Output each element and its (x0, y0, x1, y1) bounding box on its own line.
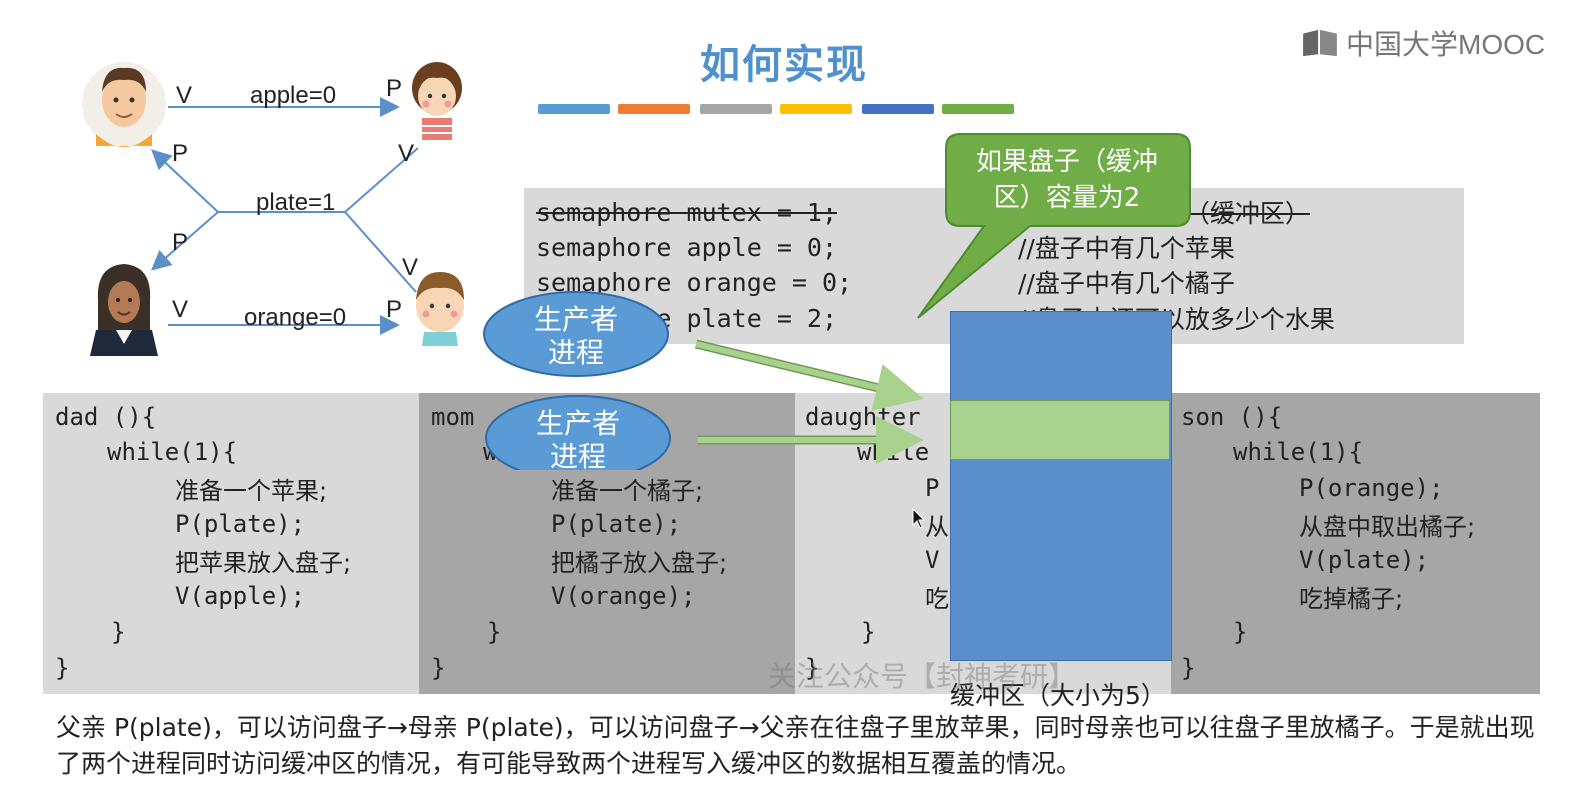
label-apple: apple=0 (250, 82, 337, 109)
son-avatar (416, 272, 464, 346)
son-while: while(1){ (1233, 438, 1364, 466)
son-header: son (){ (1181, 403, 1283, 431)
producer-label-1-line-2: 进程 (547, 336, 604, 369)
mom-close-inner: } (487, 618, 502, 646)
dad-code-panel: dad (){ while(1){ 准备一个苹果; P(plate); 把苹果放… (43, 393, 419, 694)
label-p-left-down: P (172, 229, 189, 256)
son-line-1: P(orange); (1299, 474, 1444, 502)
son-code-panel: son (){ while(1){ P(orange); 从盘中取出橘子; V(… (1171, 393, 1540, 694)
dad-while: while(1){ (107, 438, 238, 466)
daughter-avatar (412, 62, 462, 140)
dad-header: dad (){ (55, 403, 157, 431)
mom-line-3: 把橘子放入盘子; (551, 549, 728, 577)
dad-line-3: 把苹果放入盘子; (175, 549, 352, 577)
label-v-right-down: V (402, 254, 419, 281)
daughter-close-inner: } (861, 618, 876, 646)
producer-label-1: 生产者 进程 (484, 298, 668, 374)
mooc-book-icon (1303, 29, 1337, 57)
son-line-3: V(plate); (1299, 546, 1430, 574)
mouse-cursor-icon (912, 508, 926, 529)
callout-line-1: 如果盘子（缓冲 (975, 147, 1158, 177)
producer-label-2-line-1: 生产者 (535, 407, 620, 440)
color-bar-3 (700, 104, 772, 114)
buffer-slot (950, 400, 1170, 460)
dad-line-1: 准备一个苹果; (175, 477, 328, 505)
buffer-block (950, 311, 1172, 661)
label-plate: plate=1 (256, 189, 336, 216)
slide-title: 如何实现 (700, 42, 868, 88)
callout-line-2: 区）容量为2 (993, 183, 1141, 213)
logo-text: 中国大学MOOC (1346, 29, 1546, 60)
daughter-line-3: V (925, 546, 940, 574)
daughter-line-1: P (925, 474, 940, 502)
son-line-2: 从盘中取出橘子; (1299, 513, 1476, 541)
mom-close-outer: } (431, 654, 446, 682)
son-line-4: 吃掉橘子; (1299, 585, 1404, 613)
color-bar-1 (538, 104, 610, 114)
dad-close-inner: } (111, 618, 126, 646)
dad-avatar (82, 62, 166, 147)
mom-header: mom (431, 403, 475, 431)
mooc-logo: 中国大学MOOC (1300, 24, 1545, 62)
color-bar-2 (618, 104, 690, 114)
producer-label-2-line-2: 进程 (549, 440, 606, 473)
label-v-bottom: V (172, 296, 189, 323)
mom-line-4: V(orange); (551, 582, 696, 610)
dad-line-4: V(apple); (175, 582, 306, 610)
dad-close-outer: } (55, 654, 70, 682)
sem-apple-code: semaphore apple = 0; (536, 233, 838, 262)
son-close-outer: } (1181, 654, 1196, 682)
dad-line-2: P(plate); (175, 510, 306, 538)
producer-label-2: 生产者 进程 (486, 402, 670, 478)
mom-line-2: P(plate); (551, 510, 682, 538)
label-orange: orange=0 (244, 304, 347, 331)
daughter-line-2: 从 (925, 513, 949, 541)
daughter-line-4: 吃 (925, 585, 949, 613)
label-v-top: V (176, 82, 193, 109)
producer-label-1-line-1: 生产者 (533, 303, 618, 336)
label-v-right-up: V (398, 140, 415, 167)
color-bar-5 (862, 104, 934, 114)
color-bar-4 (780, 104, 852, 114)
label-p-left-up: P (172, 140, 189, 167)
son-close-inner: } (1233, 618, 1248, 646)
sem-mutex-code: semaphore mutex = 1; (536, 198, 838, 227)
color-bar-6 (942, 104, 1014, 114)
callout-text: 如果盘子（缓冲 区）容量为2 (946, 134, 1188, 226)
label-p-top: P (386, 75, 403, 102)
label-p-bottom: P (386, 296, 403, 323)
watermark: 关注公众号【封神考研】 (768, 660, 1077, 693)
explanation-text: 父亲 P(plate)，可以访问盘子→母亲 P(plate)，可以访问盘子→父亲… (56, 713, 1535, 778)
mom-avatar (90, 264, 158, 356)
